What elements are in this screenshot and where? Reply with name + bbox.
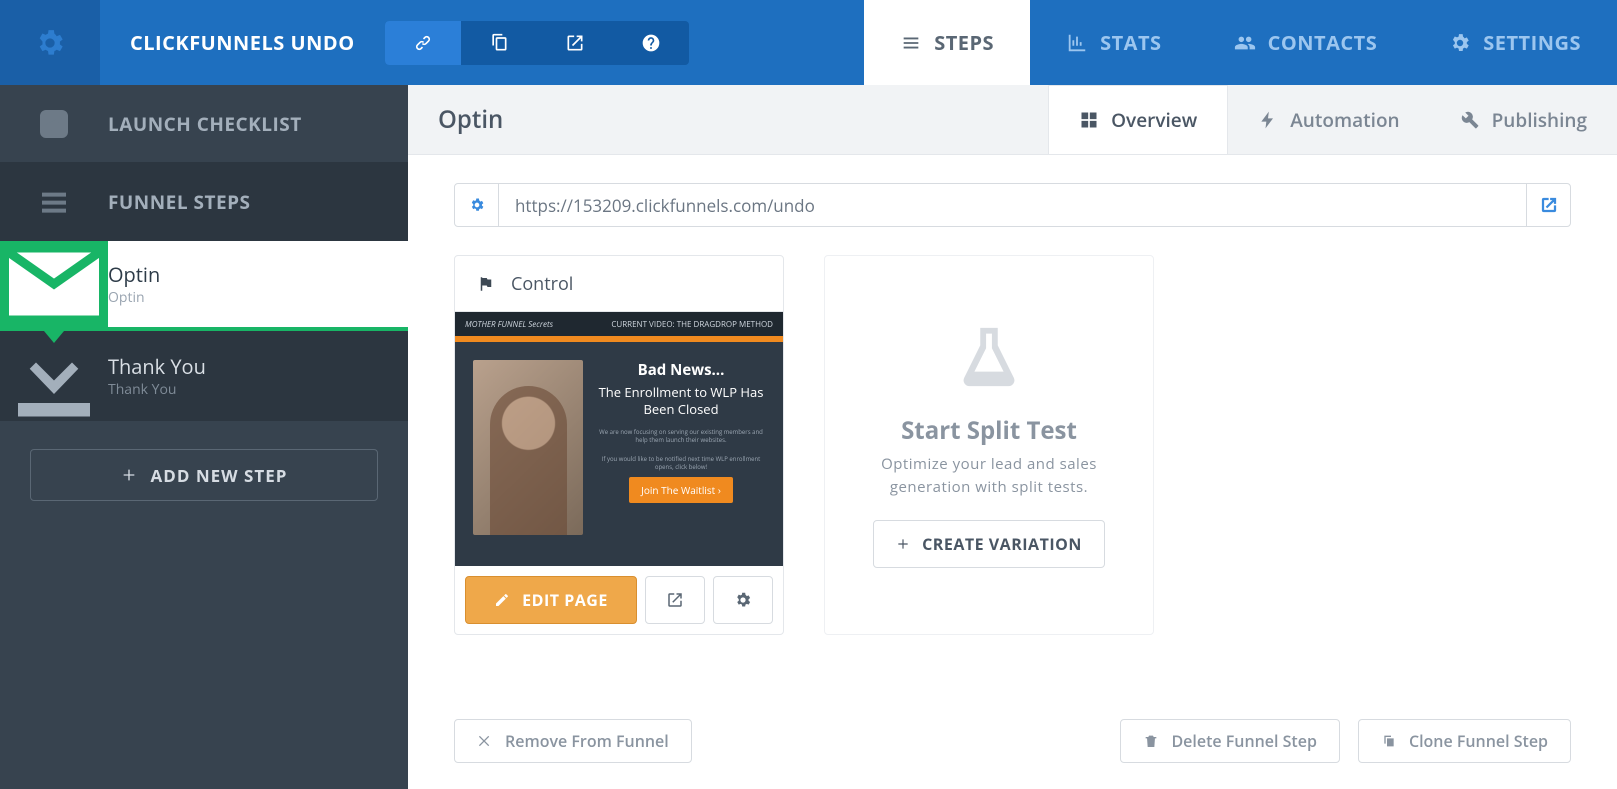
page-settings-button[interactable] [713,576,773,624]
x-icon [477,733,493,749]
thumb-subline: The Enrollment to WLP Has Been Closed [597,384,765,418]
url-settings-button[interactable] [455,184,499,226]
sidebar-launch-checklist[interactable]: LAUNCH CHECKLIST [0,85,408,163]
subtab-publishing[interactable]: Publishing [1430,85,1617,154]
funnel-steps-label: FUNNEL STEPS [108,189,251,215]
delete-funnel-step-button[interactable]: Delete Funnel Step [1120,719,1339,763]
open-page-button[interactable] [645,576,705,624]
help-button[interactable] [613,21,689,65]
step-title: Thank You [108,353,388,380]
share-link-button[interactable] [385,21,461,65]
control-card-header: Control [455,256,783,312]
remove-label: Remove From Funnel [505,730,669,752]
thumb-video-label: CURRENT VIDEO: THE DRAGDROP METHOD [611,319,773,330]
page-title: Optin [438,103,503,136]
subheader: Optin Overview Automation Publishing [408,85,1617,155]
create-variation-label: CREATE VARIATION [922,533,1082,555]
sidebar-step-optin[interactable]: Optin Optin [0,241,408,331]
thumb-cta: Join The Waitlist › [629,477,733,503]
clone-label: Clone Funnel Step [1409,730,1548,752]
sidebar: LAUNCH CHECKLIST FUNNEL STEPS Optin Opti… [0,85,408,789]
edit-icon [494,592,510,608]
tab-settings[interactable]: SETTINGS [1413,0,1617,85]
topbar-settings-icon[interactable] [0,0,100,85]
tab-stats[interactable]: STATS [1030,0,1198,85]
add-new-step-label: ADD NEW STEP [151,464,288,487]
thumb-headline: Bad News... [597,360,765,380]
thumb-small2: If you would like to be notified next ti… [597,455,765,472]
edit-page-button[interactable]: EDIT PAGE [465,576,637,624]
check-icon [0,108,108,140]
sidebar-step-thankyou[interactable]: Thank You Thank You [0,331,408,421]
step-title: Optin [108,261,388,288]
sub-tabs: Overview Automation Publishing [1048,85,1617,154]
split-test-card: Start Split Test Optimize your lead and … [824,255,1154,635]
topbar-quick-actions [385,21,689,65]
funnel-title: CLICKFUNNELS UNDO [100,29,385,56]
step-subtitle: Thank You [108,380,388,399]
envelope-icon [0,241,108,327]
footer-actions: Remove From Funnel Delete Funnel Step Cl… [454,689,1571,789]
control-label: Control [511,272,573,296]
remove-from-funnel-button[interactable]: Remove From Funnel [454,719,692,763]
split-test-title: Start Split Test [901,414,1077,447]
top-tabs: STEPS STATS CONTACTS SETTINGS [864,0,1617,85]
step-subtitle: Optin [108,288,388,307]
clone-icon [1381,733,1397,749]
url-open-button[interactable] [1526,184,1570,226]
edit-page-label: EDIT PAGE [522,589,608,611]
open-external-button[interactable] [537,21,613,65]
duplicate-button[interactable] [461,21,537,65]
delete-label: Delete Funnel Step [1171,730,1316,752]
download-icon [0,331,108,421]
url-bar [454,183,1571,227]
tab-steps[interactable]: STEPS [864,0,1030,85]
launch-checklist-label: LAUNCH CHECKLIST [108,111,302,137]
control-variation-card: Control MOTHER FUNNEL Secrets CURRENT VI… [454,255,784,635]
thumb-logo: MOTHER FUNNEL Secrets [465,319,553,330]
plus-icon [896,537,910,551]
clone-funnel-step-button[interactable]: Clone Funnel Step [1358,719,1571,763]
main: Optin Overview Automation Publishing Con… [408,85,1617,789]
main-body: Control MOTHER FUNNEL Secrets CURRENT VI… [408,155,1617,789]
tab-contacts[interactable]: CONTACTS [1198,0,1414,85]
thumb-photo [473,360,583,535]
bars-icon [0,186,108,218]
subtab-automation[interactable]: Automation [1228,85,1429,154]
subtab-overview[interactable]: Overview [1048,85,1228,154]
add-new-step-button[interactable]: ADD NEW STEP [30,449,378,501]
trash-icon [1143,733,1159,749]
create-variation-button[interactable]: CREATE VARIATION [873,520,1105,568]
flask-icon [954,322,1024,392]
url-input[interactable] [499,184,1526,226]
flag-icon [477,275,495,293]
thumb-small1: We are now focusing on serving our exist… [597,428,765,445]
split-test-description: Optimize your lead and sales generation … [849,453,1129,498]
page-thumbnail[interactable]: MOTHER FUNNEL Secrets CURRENT VIDEO: THE… [455,312,783,566]
topbar: CLICKFUNNELS UNDO STEPS STATS CONTACTS S… [0,0,1617,85]
